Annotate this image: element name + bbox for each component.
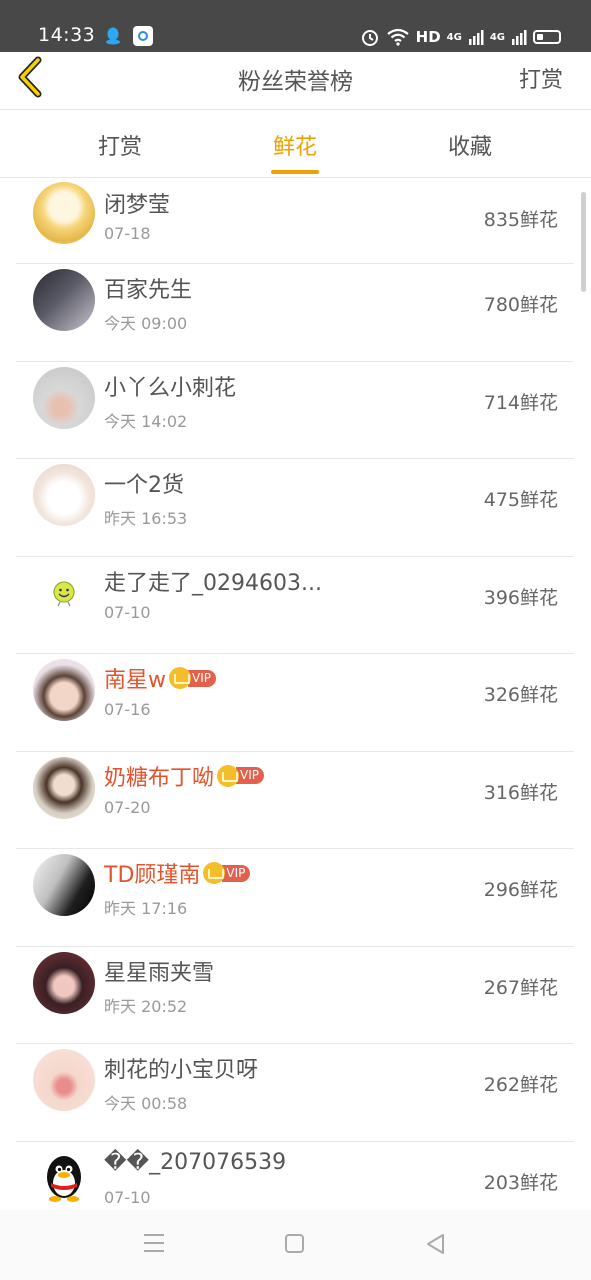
fan-name: 星星雨夹雪	[104, 960, 215, 986]
fan-date: 07-10	[104, 1187, 151, 1207]
vip-badge: VIP	[222, 864, 251, 882]
list-item[interactable]: 奶糖布丁呦 VIP 07-20 316鲜花	[16, 752, 574, 849]
flower-count: 714鲜花	[483, 391, 558, 414]
avatar[interactable]	[33, 561, 95, 624]
flower-count: 780鲜花	[483, 294, 558, 316]
fan-date: 昨天 17:16	[104, 899, 188, 918]
hd-indicator: HD	[415, 28, 441, 46]
fan-name: 一个2货	[104, 473, 184, 498]
signal-icon-1	[468, 30, 484, 45]
tab-bar: 打赏 鲜花 收藏	[0, 111, 591, 178]
fan-date: 今天 00:58	[104, 1094, 188, 1113]
flower-count: 296鲜花	[483, 879, 558, 901]
smiley-icon	[53, 581, 75, 606]
avatar[interactable]	[33, 182, 95, 244]
list-item[interactable]: 星星雨夹雪 昨天 20:52 267鲜花	[16, 947, 574, 1044]
list-item[interactable]: 南星w VIP 07-16 326鲜花	[16, 654, 574, 752]
fan-date: 07-18	[104, 224, 151, 243]
list-item[interactable]: 刺花的小宝贝呀 今天 00:58 262鲜花	[16, 1044, 574, 1142]
fan-name: 百家先生	[104, 278, 193, 303]
list-item[interactable]: 闭梦莹 07-18 835鲜花	[16, 179, 574, 264]
fan-name: ��_207076539	[104, 1149, 287, 1175]
menu-icon[interactable]	[144, 1234, 164, 1252]
avatar[interactable]	[33, 366, 95, 429]
list-item[interactable]: TD顾瑾南 VIP 昨天 17:16 296鲜花	[16, 849, 574, 947]
fan-date: 07-10	[104, 602, 151, 622]
tab-label: 鲜花	[272, 135, 317, 160]
flower-count: 316鲜花	[483, 781, 558, 804]
back-triangle-icon[interactable]	[424, 1232, 446, 1256]
avatar[interactable]	[33, 1049, 95, 1111]
qq-notification-icon	[106, 27, 120, 45]
fan-date: 今天 09:00	[104, 314, 188, 333]
fan-name: 奶糖布丁呦 VIP	[104, 760, 264, 792]
tab-label: 打赏	[97, 135, 142, 160]
list-item[interactable]: 一个2货 昨天 16:53 475鲜花	[16, 459, 574, 557]
signal-icon-2	[512, 30, 527, 45]
flower-count: 835鲜花	[483, 209, 558, 231]
battery-icon	[533, 30, 561, 44]
flower-count: 326鲜花	[483, 684, 558, 706]
fan-name: 走了走了_0294603...	[104, 570, 322, 596]
vip-badge: VIP	[188, 669, 216, 687]
fan-name: 南星w VIP	[104, 662, 216, 694]
flower-count: 262鲜花	[483, 1074, 558, 1096]
list-item[interactable]: 走了走了_0294603... 07-10 396鲜花	[16, 557, 574, 654]
fan-name: 闭梦莹	[104, 193, 171, 218]
fan-date: 昨天 16:53	[104, 509, 188, 528]
flower-count: 203鲜花	[483, 1171, 558, 1194]
penguin-icon	[47, 1155, 81, 1202]
fan-name: TD顾瑾南 VIP	[104, 857, 251, 889]
list-item[interactable]: 小丫么小刺花 今天 14:02 714鲜花	[16, 362, 574, 459]
fan-name: 刺花的小宝贝呀	[104, 1058, 259, 1083]
status-bar: 14:33 HD 4G 4G	[0, 0, 591, 52]
tab-flowers[interactable]: 鲜花	[255, 129, 335, 174]
scrollbar[interactable]	[581, 192, 586, 292]
avatar[interactable]	[33, 1146, 95, 1209]
fan-date: 昨天 20:52	[104, 996, 188, 1016]
fan-name: 小丫么小刺花	[104, 375, 237, 401]
wifi-icon	[386, 28, 409, 46]
flower-count: 475鲜花	[483, 489, 558, 511]
avatar[interactable]	[33, 854, 95, 916]
network-type-1: 4G	[446, 31, 462, 43]
crown-icon	[169, 667, 191, 689]
flower-count: 396鲜花	[483, 586, 558, 609]
avatar[interactable]	[33, 951, 95, 1014]
fan-date: 07-16	[104, 700, 151, 719]
app-notification-icon	[133, 26, 153, 46]
fan-date: 今天 14:02	[104, 411, 188, 431]
tab-label: 收藏	[447, 135, 492, 160]
tab-indicator	[271, 170, 319, 174]
fan-date: 07-20	[104, 797, 151, 817]
home-icon[interactable]	[285, 1234, 304, 1253]
page-title: 粉丝荣誉榜	[238, 69, 353, 95]
crown-icon	[217, 764, 240, 787]
network-type-2: 4G	[489, 31, 505, 43]
tab-favorites[interactable]: 收藏	[430, 129, 510, 161]
avatar[interactable]	[33, 464, 95, 526]
list-item[interactable]: 百家先生 今天 09:00 780鲜花	[16, 264, 574, 362]
alarm-icon	[361, 30, 378, 46]
reward-button[interactable]: 打赏	[519, 62, 563, 94]
status-time: 14:33	[38, 24, 96, 46]
system-nav-bar	[0, 1210, 591, 1280]
flower-count: 267鲜花	[483, 976, 558, 999]
avatar[interactable]	[33, 269, 95, 331]
app-header: 粉丝荣誉榜 打赏	[0, 52, 591, 110]
status-indicators: HD 4G 4G	[360, 26, 561, 48]
list-item[interactable]: ��_207076539 07-10 203鲜花	[16, 1142, 574, 1210]
fan-ranking-list[interactable]: 闭梦莹 07-18 835鲜花 百家先生 今天 09:00 780鲜花 小丫么小…	[16, 179, 574, 1209]
vip-badge: VIP	[236, 767, 264, 784]
tab-reward[interactable]: 打赏	[80, 129, 160, 161]
avatar[interactable]	[33, 756, 95, 819]
avatar[interactable]	[33, 659, 95, 721]
